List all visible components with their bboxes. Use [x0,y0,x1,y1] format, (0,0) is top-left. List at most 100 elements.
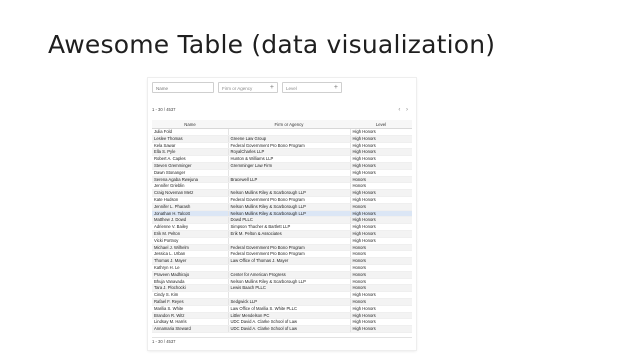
cell-level: High Honors [349,305,412,313]
cell-level: Honors [349,271,412,279]
range-text: 1 - 30 / 4537 [152,107,176,112]
table-body: Julia Fold High Honors Leslee Thomas Greene… [152,128,412,333]
cell-name: Leslee Thomas [152,135,228,143]
data-table: Name Firm or Agency Level Julia Fold High… [152,120,412,333]
table-row[interactable]: Bhuja Vanavada Nelson Mullins Riley & Sca… [152,278,412,286]
table-row[interactable]: Lindsay M. Harris UDC David A. Clarke Sch… [152,318,412,327]
cell-firm: Gremminger Law Firm [227,162,350,170]
table-row[interactable]: Tara J. Plochocki Lewis Baach PLLC Honors [152,284,412,293]
table-row[interactable]: Craig Noveman Metz Nelson Mullins Riley &… [152,189,412,197]
cell-firm: Nelson Mullins Riley & Scarborough LLP [227,203,350,211]
cell-firm: Erik M. Pelton & Associates [227,230,350,238]
table-row[interactable]: Annamaria Steward UDC David A. Clarke Sch… [152,325,412,333]
name-filter[interactable] [152,82,214,93]
cell-name: Marilia S. White [152,305,228,313]
cell-firm [227,237,350,245]
table-row[interactable]: Serena Agaba Rwejuna Bracewell LLP Honors [152,176,412,184]
table-row[interactable]: Brandon R. Witz Littler Mendelson PC High … [152,312,412,320]
cell-name: Vicki Portnoy [152,237,228,245]
cell-level: Honors [349,298,412,306]
cell-name: Rafael F. Reyes [152,298,228,306]
cell-level: Honors [349,182,412,191]
table-row[interactable]: Dawn Stonanger High Honors [152,169,412,177]
firm-filter[interactable]: Firm or Agency + [218,82,278,93]
table-row[interactable]: Julia Fold High Honors [152,128,412,136]
firm-filter-label: Firm or Agency [222,86,253,91]
cell-name: Thomas J. Mayer [152,257,228,265]
cell-level: Honors [349,203,412,211]
cell-level: Honors [349,257,412,265]
cell-name: Lindsay M. Harris [152,318,228,327]
table-row[interactable]: Adrienne V. Bailey Simpson Thacher & Bart… [152,223,412,231]
plus-icon[interactable]: + [334,83,338,93]
cell-name: Jonathan H. Talcott [152,210,228,218]
chevron-left-icon[interactable]: ‹ [398,107,402,113]
table-row[interactable]: Rafael F. Reyes Sedgwick LLP Honors [152,298,412,306]
table-row[interactable]: Kela Sawar Federal Government Pro Bono Pr… [152,142,412,150]
table-row[interactable]: Steven Gremminger Gremminger Law Firm High… [152,162,412,170]
table-row[interactable]: Jennifer L. Pharash Nelson Mullins Riley … [152,203,412,211]
cell-name: Jessica L. Urban [152,250,228,259]
name-search-input[interactable] [156,84,211,93]
table-row[interactable]: Thomas J. Mayer Law Office of Thomas J. M… [152,257,412,265]
cell-firm: Center for American Progress [227,271,350,279]
cell-name: Robert A. Caples [152,155,228,163]
cell-level: High Honors [349,162,412,170]
cell-level: High Honors [349,325,412,333]
cell-level: High Honors [349,223,412,231]
cell-name: Steven Gremminger [152,162,228,170]
cell-level: Honors [349,244,412,252]
plus-icon[interactable]: + [270,83,274,93]
cell-name: Kela Sawar [152,142,228,150]
cell-name: Kate Hudson [152,196,228,204]
cell-level: High Honors [349,135,412,143]
table-row[interactable]: Matthew J. Dowd Dowd PLLC High Honors [152,216,412,225]
cell-firm: Federal Government Pro Bono Program [227,142,350,150]
table-row[interactable]: Kate Hudson Federal Government Pro Bono P… [152,196,412,204]
cell-firm: Simpson Thacher & Bartlett LLP [227,223,350,231]
table-row[interactable]: Ella S. Pyle RoyalCharles LLP High Honors [152,148,412,157]
cell-firm: Nelson Mullins Riley & Scarborough LLP [227,189,350,197]
cell-name: Matthew J. Dowd [152,216,228,225]
cell-name: Cindy S. Kim [152,291,228,299]
cell-firm: Nelson Mullins Riley & Scarborough LLP [227,210,350,218]
pager-top: 1 - 30 / 4537 ‹ › [152,106,412,114]
table-row[interactable]: Erik M. Pelton Erik M. Pelton & Associate… [152,230,412,238]
level-filter[interactable]: Level + [282,82,342,93]
cell-firm: RoyalCharles LLP [227,148,350,157]
table-row[interactable]: Kathryn H. Le Honors [152,264,412,272]
cell-firm: Littler Mendelson PC [227,312,350,320]
table-row[interactable]: Marilia S. White Law Office of Marilia S.… [152,305,412,313]
cell-firm: UDC David A. Clarke School of Law [227,325,350,333]
chevron-right-icon[interactable]: › [406,107,410,113]
table-row[interactable]: Vicki Portnoy High Honors [152,237,412,245]
cell-firm [227,182,350,191]
cell-firm [227,169,350,177]
table-row[interactable]: Jonathan H. Talcott Nelson Mullins Riley … [152,210,412,218]
cell-level: High Honors [349,189,412,197]
cell-name: Kathryn H. Le [152,264,228,272]
cell-name: Adrienne V. Bailey [152,223,228,231]
cell-name: Dawn Stonanger [152,169,228,177]
cell-level: Honors [349,264,412,272]
cell-name: Annamaria Steward [152,325,228,333]
cell-name: Brandon R. Witz [152,312,228,320]
cell-name: Serena Agaba Rwejuna [152,176,228,184]
table-row[interactable]: Leslee Thomas Greene Law Group High Honors [152,135,412,143]
cell-firm: Federal Government Pro Bono Program [227,244,350,252]
column-header-firm[interactable]: Firm or Agency [228,120,350,129]
table-row[interactable]: Jessica L. Urban Federal Government Pro B… [152,250,412,259]
cell-level: High Honors [349,210,412,218]
table-row[interactable]: Cindy S. Kim High Honors [152,291,412,299]
table-row[interactable]: Robert A. Caples Hunton & Williams LLP Hig… [152,155,412,163]
column-header-level[interactable]: Level [350,120,412,129]
column-header-name[interactable]: Name [152,120,228,129]
table-row[interactable]: Jennifer Grieblin Honors [152,182,412,191]
cell-level: High Honors [349,312,412,320]
table-row[interactable]: Michael J. Wilhelm Federal Government Pro… [152,244,412,252]
cell-level: Honors [349,176,412,184]
cell-name: Julia Fold [152,128,228,136]
table-row[interactable]: Praveen Madhirajo Center for American Pro… [152,271,412,279]
cell-level: High Honors [349,196,412,204]
cell-name: Tara J. Plochocki [152,284,228,293]
